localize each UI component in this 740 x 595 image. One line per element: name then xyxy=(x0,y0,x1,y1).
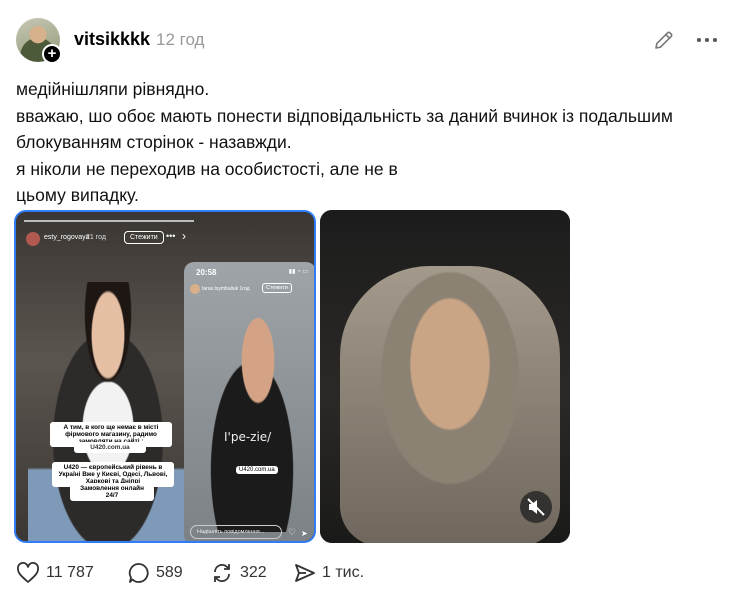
phone-follow-button: Стежити xyxy=(262,283,292,293)
man-photo xyxy=(192,312,312,532)
share-button[interactable]: 1 тис. xyxy=(294,560,364,586)
post-text: медійнішляпи рівнядно. вважаю, шо обоє м… xyxy=(16,76,716,209)
repost-icon xyxy=(214,564,230,582)
like-button[interactable]: 11 787 xyxy=(16,560,94,586)
comment-icon xyxy=(128,563,149,583)
send-icon: ➤ xyxy=(301,529,308,538)
media-video[interactable] xyxy=(320,210,570,543)
story-progress-bar xyxy=(24,220,194,222)
story-link: U420.com.ua xyxy=(74,442,146,453)
post-line: медійнішляпи рівнядно. xyxy=(16,79,210,99)
story-time: 21 год xyxy=(86,234,106,241)
repost-button[interactable]: 322 xyxy=(210,560,267,586)
phone-username: taras.tsymbaliuk 1год xyxy=(202,286,250,292)
speaker-muted-icon[interactable] xyxy=(520,491,552,523)
post-header: + vitsikkkk 12 год xyxy=(16,18,724,64)
media-image-story-collage[interactable]: esty_rogovaya 21 год Стежити ••• › А тим… xyxy=(14,210,316,543)
heart-icon: ♡ xyxy=(288,527,297,537)
share-count: 1 тис. xyxy=(322,564,365,581)
story-arrow-icon: › xyxy=(182,229,186,243)
post-time: 12 год xyxy=(156,30,205,49)
post-line: вважаю, шо обоє мають понести відповідал… xyxy=(16,105,673,153)
username[interactable]: vitsikkkk xyxy=(74,29,150,50)
story-username: esty_rogovaya xyxy=(44,234,90,241)
reply-count: 589 xyxy=(156,564,183,581)
send-icon xyxy=(295,564,315,582)
repost-count: 322 xyxy=(240,564,267,581)
post-line: я ніколи не переходив на особистості, ал… xyxy=(16,158,398,179)
story-follow-button: Стежити xyxy=(124,231,164,244)
pencil-icon[interactable] xyxy=(652,28,676,52)
phone-link-tag: U420.com.ua xyxy=(236,466,278,474)
phone-status-icons: ▮▮ ◔ ▭ xyxy=(288,269,308,275)
phone-clock: 20:58 xyxy=(196,268,217,277)
story-more-icon: ••• xyxy=(166,231,176,241)
follow-plus-icon[interactable]: + xyxy=(42,44,62,64)
post-actions: 11 787 589 322 1 тис. xyxy=(16,560,716,586)
ellipsis-icon[interactable] xyxy=(694,28,720,52)
reply-button[interactable]: 589 xyxy=(128,560,183,586)
phone-screenshot: 20:58 ▮▮ ◔ ▭ taras.tsymbaliuk 1год Стежи… xyxy=(184,262,314,541)
phone-avatar xyxy=(190,284,200,294)
like-count: 11 787 xyxy=(46,564,94,581)
woman-photo xyxy=(28,282,188,541)
phone-message-input: Надішліть повідомлення... xyxy=(190,525,282,539)
shirt-print: I'pe-zie/ xyxy=(224,430,272,444)
heart-icon xyxy=(17,562,39,583)
post-line: цьому випадку. xyxy=(16,185,139,205)
story-caption: Замовлення онлайн 24/7 xyxy=(70,483,154,501)
story-avatar xyxy=(26,232,40,246)
